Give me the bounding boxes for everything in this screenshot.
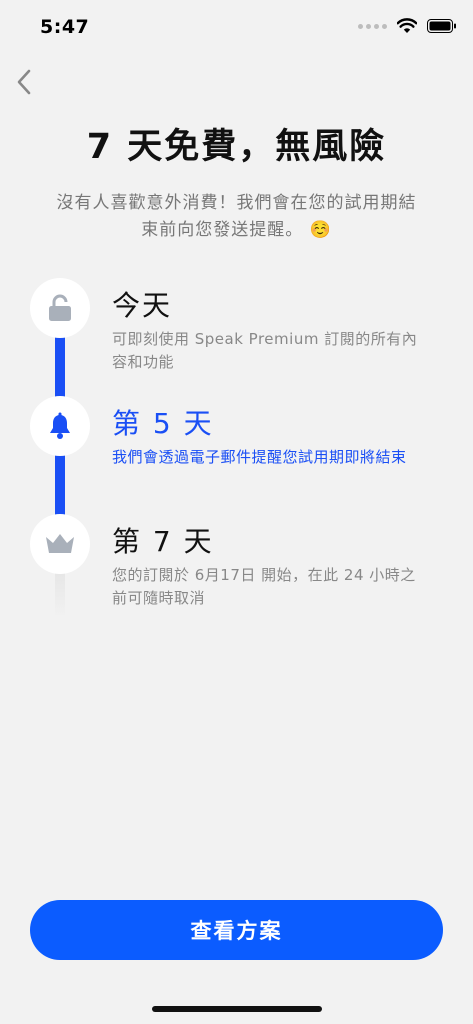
step-icon-circle <box>30 514 90 574</box>
step-description: 您的訂閱於 6月17日 開始，在此 24 小時之前可隨時取消 <box>112 566 416 607</box>
signal-icon <box>358 23 387 29</box>
chevron-left-icon <box>17 69 31 95</box>
subtitle: 沒有人喜歡意外消費！我們會在您的試用期結束前向您發送提醒。 ☺️ <box>56 193 417 240</box>
home-indicator[interactable] <box>152 1006 322 1012</box>
unlock-icon <box>49 294 71 321</box>
trial-timeline: 今天 可即刻使用 Speak Premium 訂閱的所有內容和功能 第 5 天 … <box>0 278 473 638</box>
step-description: 可即刻使用 Speak Premium 訂閱的所有內容和功能 <box>112 330 418 371</box>
bell-icon <box>50 412 70 439</box>
battery-icon <box>427 19 456 33</box>
step-description: 我們會透過電子郵件提醒您試用期即將結束 <box>112 448 407 466</box>
status-time: 5:47 <box>40 16 90 38</box>
crown-icon <box>46 534 74 553</box>
back-button[interactable] <box>8 64 40 100</box>
status-bar: 5:47 <box>0 0 473 56</box>
wifi-icon <box>397 18 417 33</box>
step-title: 第 5 天 <box>112 407 214 440</box>
step-title: 今天 <box>112 289 173 322</box>
step-icon-circle <box>30 396 90 456</box>
step-icon-circle <box>30 278 90 338</box>
view-plans-button[interactable]: 查看方案 <box>30 900 443 960</box>
status-indicators <box>358 18 457 34</box>
page-title: 7 天免費，無風險 <box>86 127 387 167</box>
step-title: 第 7 天 <box>112 525 214 558</box>
